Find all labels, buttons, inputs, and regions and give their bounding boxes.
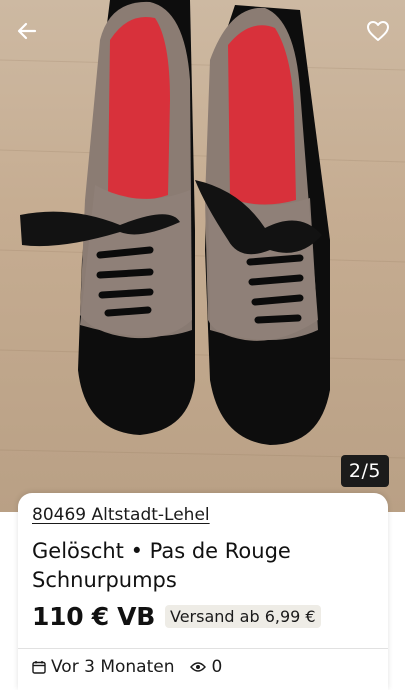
product-photo[interactable]: 2/5 [0,0,405,512]
arrow-left-icon [17,22,37,40]
shoe-image [0,0,405,459]
price: 110 € VB [32,602,155,631]
divider [18,648,388,649]
heart-outline-icon [367,21,389,41]
shipping-badge: Versand ab 6,99 € [165,605,321,628]
favorite-button[interactable] [361,14,395,48]
listing-title: Gelöscht • Pas de Rouge Schnurpumps [32,539,291,592]
eye-icon [190,661,207,673]
calendar-icon [32,660,46,674]
meta-row: Vor 3 Monaten 0 [32,657,222,677]
back-button[interactable] [10,14,44,48]
listing-card: 80469 Altstadt-Lehel Gelöscht • Pas de R… [18,493,388,690]
price-row: 110 € VB Versand ab 6,99 € [32,602,321,631]
posted-date: Vor 3 Monaten [51,657,175,677]
image-counter: 2/5 [340,455,389,487]
location-link[interactable]: 80469 Altstadt-Lehel [32,505,210,525]
view-count: 0 [211,657,223,677]
